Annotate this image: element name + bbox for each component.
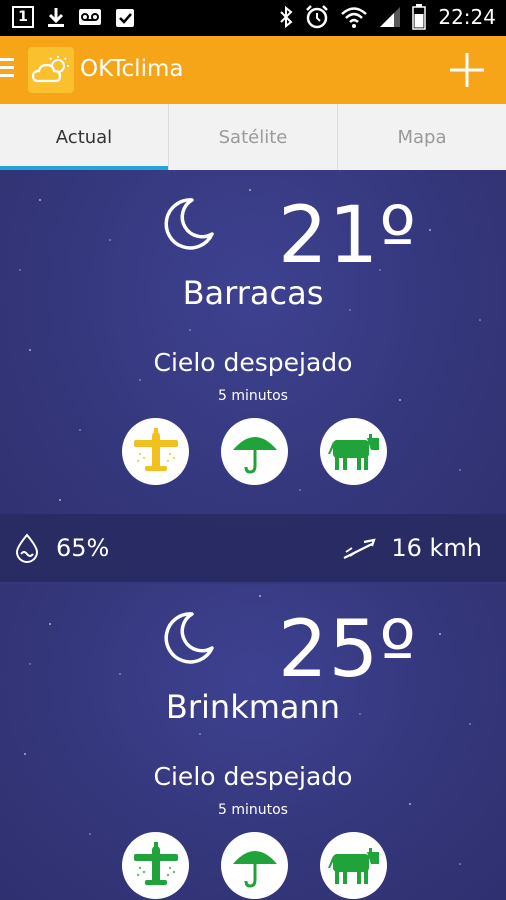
moon-icon	[164, 612, 214, 664]
city-name: Barracas	[182, 274, 324, 312]
umbrella-icon[interactable]	[221, 832, 288, 899]
app-bar: OKTclima	[0, 36, 506, 104]
weather-list[interactable]: 21º Barracas Cielo despejado 5 minutos 6…	[0, 170, 506, 900]
moon-icon	[164, 198, 214, 250]
airplane-icon[interactable]	[122, 832, 189, 899]
airplane-icon[interactable]	[122, 418, 189, 485]
condition: Cielo despejado	[153, 348, 353, 377]
voicemail-icon	[79, 9, 101, 25]
updated-time: 5 minutos	[218, 388, 288, 404]
humidity-icon	[15, 533, 39, 563]
wifi-icon	[341, 7, 368, 28]
tab-actual[interactable]: Actual	[0, 104, 168, 170]
app-logo[interactable]	[28, 47, 74, 93]
clock: 22:24	[438, 5, 496, 29]
cloud-sun-icon	[32, 56, 69, 83]
menu-icon[interactable]	[0, 58, 14, 82]
updated-time: 5 minutos	[218, 802, 288, 818]
wind-speed-value: 16 kmh	[391, 534, 482, 562]
alarm-icon	[306, 5, 329, 29]
bluetooth-icon	[280, 5, 293, 29]
umbrella-icon[interactable]	[221, 418, 288, 485]
cow-icon[interactable]	[320, 832, 387, 899]
tab-bar: Actual Satélite Mapa	[0, 104, 506, 170]
temperature: 25º	[278, 605, 418, 695]
notification-count-icon: 1	[12, 6, 34, 28]
add-button[interactable]	[448, 51, 486, 89]
clipboard-check-icon	[116, 9, 134, 27]
status-bar: 1 22:24	[0, 0, 506, 36]
condition: Cielo despejado	[153, 762, 353, 791]
city-name: Brinkmann	[165, 688, 341, 726]
activity-icons	[122, 832, 387, 899]
tab-satelite[interactable]: Satélite	[168, 104, 337, 170]
tab-mapa[interactable]: Mapa	[337, 104, 506, 170]
app-title: OKTclima	[80, 56, 184, 82]
weather-stats-bar: 65% 16 kmh	[0, 514, 506, 582]
temperature: 21º	[278, 191, 418, 281]
cow-icon[interactable]	[320, 418, 387, 485]
download-icon	[48, 8, 64, 27]
signal-icon	[380, 7, 401, 27]
weather-card[interactable]: 21º Barracas Cielo despejado 5 minutos 6…	[0, 170, 506, 582]
wind-direction-icon	[343, 538, 376, 559]
battery-icon	[412, 4, 427, 30]
activity-icons	[122, 418, 387, 485]
weather-card[interactable]: 25º Brinkmann Cielo despejado 5 minutos	[0, 584, 506, 900]
humidity-value: 65%	[56, 534, 110, 562]
